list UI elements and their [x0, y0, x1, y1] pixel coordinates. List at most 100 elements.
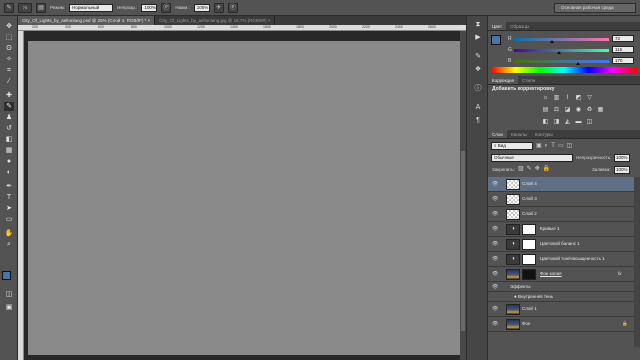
layers-scrollbar[interactable] — [634, 177, 640, 347]
layer-mask-thumbnail[interactable] — [522, 254, 536, 265]
tab-styles[interactable]: Стили — [518, 76, 539, 84]
history-brush-icon[interactable]: ↺ — [4, 124, 14, 133]
paragraph-panel-icon[interactable]: ¶ — [472, 116, 484, 126]
tab-adjustments[interactable]: Коррекция — [488, 76, 519, 84]
selective-color-icon[interactable]: ◫ — [586, 119, 593, 126]
layer-row[interactable]: 👁 Слой 2 — [488, 207, 634, 222]
brush-tool-icon[interactable]: ✎ — [4, 2, 14, 13]
actions-panel-icon[interactable]: ▶ — [472, 33, 484, 43]
character-panel-icon[interactable]: A — [472, 103, 484, 113]
visibility-eye-icon[interactable]: 👁 — [492, 306, 498, 312]
b-slider-thumb[interactable] — [576, 62, 580, 65]
invert-icon[interactable]: ◧ — [542, 119, 549, 126]
eyedropper-icon[interactable]: ⁄ — [4, 77, 14, 86]
fx-badge[interactable]: fx — [618, 271, 622, 276]
tab-channels[interactable]: Каналы — [507, 130, 531, 138]
healing-icon[interactable]: ✚ — [4, 91, 14, 100]
layer-mask-thumbnail[interactable] — [522, 239, 536, 250]
visibility-eye-icon[interactable]: 👁 — [492, 211, 498, 217]
path-select-icon[interactable]: ➤ — [4, 204, 14, 213]
quick-mask-icon[interactable]: ◫ — [4, 290, 14, 299]
exposure-icon[interactable]: ◩ — [575, 95, 582, 102]
threshold-icon[interactable]: ◭ — [564, 119, 571, 126]
layer-mask-thumbnail[interactable] — [522, 224, 536, 235]
r-slider[interactable] — [514, 38, 609, 41]
levels-icon[interactable]: ▥ — [553, 95, 560, 102]
hue-sat-icon[interactable]: ▤ — [542, 107, 549, 114]
blend-mode-select[interactable]: Обычные — [491, 154, 573, 162]
pressure-opacity-icon[interactable]: ⓟ — [161, 2, 172, 13]
eraser-icon[interactable]: ◧ — [4, 135, 14, 144]
mode-select[interactable]: Нормальный — [69, 3, 114, 12]
brush-presets-icon[interactable]: ❖ — [472, 65, 484, 75]
fill-input[interactable]: 100% — [614, 166, 630, 174]
brush-panel-toggle-icon[interactable]: ▤ — [36, 2, 46, 13]
pressure-size-icon[interactable]: ⓟ — [227, 2, 238, 13]
color-spectrum-bar[interactable] — [491, 67, 637, 73]
gradient-map-icon[interactable]: ▬ — [575, 119, 582, 126]
canvas[interactable] — [28, 41, 466, 355]
history-panel-icon[interactable]: ⧗ — [472, 20, 484, 30]
screen-mode-icon[interactable]: ▣ — [4, 303, 14, 312]
layer-row[interactable]: 👁 Фон 🔒 — [488, 317, 634, 332]
brush-panel-icon[interactable]: ✎ — [472, 52, 484, 62]
visibility-eye-icon[interactable]: 👁 — [492, 196, 498, 202]
blur-icon[interactable]: ● — [4, 157, 14, 166]
dodge-icon[interactable]: ◐ — [4, 168, 14, 177]
color-foreground-swatch[interactable] — [491, 35, 501, 45]
channel-mixer-icon[interactable]: ♻ — [586, 107, 593, 114]
tab-swatches[interactable]: Образцы — [506, 22, 533, 30]
g-slider[interactable] — [514, 49, 609, 52]
marquee-icon[interactable]: ⬚ — [4, 33, 14, 42]
layer-row[interactable]: 👁 Слой 4 — [488, 177, 634, 192]
color-balance-icon[interactable]: ⚖ — [553, 107, 560, 114]
visibility-eye-icon[interactable]: 👁 — [492, 321, 498, 327]
r-value-input[interactable]: 72 — [612, 35, 634, 42]
tab-color[interactable]: Цвет — [488, 22, 507, 30]
brightness-icon[interactable]: ☼ — [542, 95, 549, 102]
layer-row[interactable]: 👁 ◑ Цветовой баланс 1 — [488, 237, 634, 252]
layer-row[interactable]: 👁 Слой 1 — [488, 302, 634, 317]
layer-row[interactable]: 👁 ◑ Цветовой тон/Насыщенность 1 — [488, 252, 634, 267]
move-icon[interactable]: ✥ — [4, 22, 14, 31]
quick-select-icon[interactable]: ✧ — [4, 55, 14, 64]
flow-input[interactable]: 100% — [193, 3, 210, 12]
black-white-icon[interactable]: ◪ — [564, 107, 571, 114]
b-value-input[interactable]: 170 — [612, 57, 634, 64]
foreground-color-swatch[interactable] — [2, 271, 11, 280]
zoom-icon[interactable]: ⌕ — [4, 240, 14, 249]
layer-filter-select[interactable]: ⌕ Вид — [491, 142, 533, 150]
gradient-icon[interactable]: ▦ — [4, 146, 14, 155]
layer-row[interactable]: 👁 ◑ Кривые 1 — [488, 222, 634, 237]
airbrush-icon[interactable]: ✈ — [213, 2, 224, 13]
visibility-eye-icon[interactable]: 👁 — [492, 256, 498, 262]
posterize-icon[interactable]: ◨ — [553, 119, 560, 126]
stamp-icon[interactable]: ♟ — [4, 113, 14, 122]
layer-row[interactable]: 👁 Фон копия fx — [488, 267, 634, 282]
layer-row[interactable]: ● Внутренняя тень — [488, 292, 634, 302]
hand-icon[interactable]: ✋ — [4, 229, 14, 238]
g-value-input[interactable]: 116 — [612, 46, 634, 53]
lock-icons[interactable]: ▨✎✥🔒 — [518, 165, 553, 172]
type-icon[interactable]: T — [4, 193, 14, 202]
visibility-eye-icon[interactable]: 👁 — [492, 271, 498, 277]
visibility-eye-icon[interactable]: 👁 — [492, 181, 498, 187]
vibrance-icon[interactable]: ▽ — [586, 95, 593, 102]
document-tab[interactable]: City_Of_Lights_by_aeltonlang.psd @ 25% (… — [18, 16, 156, 25]
info-panel-icon[interactable]: ⓘ — [472, 84, 484, 94]
shape-icon[interactable]: ▭ — [4, 215, 14, 224]
tab-paths[interactable]: Контуры — [531, 130, 557, 138]
visibility-eye-icon[interactable]: 👁 — [492, 241, 498, 247]
brush-icon[interactable]: ✎ — [4, 102, 14, 111]
tab-layers[interactable]: Слои — [488, 130, 507, 138]
document-tab[interactable]: City_Of_Lights_by_aeltonlang.jpg @ 16,7%… — [155, 16, 276, 25]
opacity-input[interactable]: 100% — [141, 3, 158, 12]
g-slider-thumb[interactable] — [557, 51, 561, 54]
visibility-eye-icon[interactable]: 👁 — [492, 226, 498, 232]
layer-mask-thumbnail[interactable] — [522, 269, 536, 280]
b-slider[interactable] — [514, 60, 609, 63]
layer-opacity-input[interactable]: 100% — [614, 154, 630, 162]
color-lookup-icon[interactable]: ▦ — [597, 107, 604, 114]
layer-filter-icons[interactable]: ▣◐T▭◫ — [536, 142, 620, 150]
layer-row[interactable]: 👁 Эффекты — [488, 282, 634, 292]
